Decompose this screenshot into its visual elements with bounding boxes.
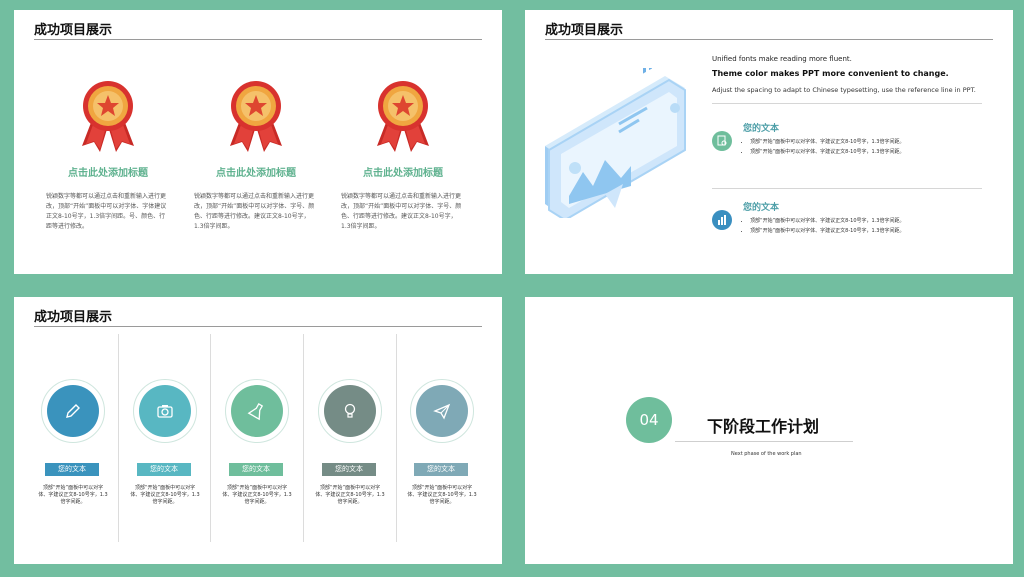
medal-icon xyxy=(377,81,429,152)
item-heading: 您的文本 xyxy=(743,203,780,213)
section-divider xyxy=(712,188,982,189)
text-item-2: 您的文本 顶部“开始”面板中可以对字体、字建议正文8-10号字，1.3倍字间距。… xyxy=(712,200,992,260)
section-title: 下阶段工作计划 xyxy=(707,417,820,436)
feature-label: 您的文本 xyxy=(45,463,99,476)
title-divider xyxy=(34,326,482,327)
text-item-1: 您的文本 顶部“开始”面板中可以对字体、字建议正文8-10号字，1.3倍字间距。… xyxy=(712,121,992,181)
icon-ring xyxy=(318,379,382,443)
slide-3[interactable]: 成功项目展示 您的文本 顶部“开始”面板中可以对字体、字建议正文8-10号字，1… xyxy=(14,297,502,564)
title-underline xyxy=(675,441,853,442)
column-divider xyxy=(303,334,304,542)
dashboard-illustration-icon xyxy=(545,68,686,218)
column-heading[interactable]: 点击此处添加标题 xyxy=(46,164,170,179)
icon-ring xyxy=(133,379,197,443)
list-item: 顶部“开始”面板中可以对字体、字建议正文8-10号字，1.3倍字间距。 xyxy=(750,137,904,147)
lightbulb-icon xyxy=(324,385,376,437)
feature-body: 顶部“开始”面板中可以对字体、字建议正文8-10号字，1.3倍字间距。 xyxy=(222,485,292,505)
pencil-icon xyxy=(47,385,99,437)
slide-1[interactable]: 成功项目展示 点击此处添加标题 锐颖数字等都可以通过点击和重新输入进行更改，顶部… xyxy=(14,10,502,274)
icon-ring xyxy=(410,379,474,443)
section-number: 04 xyxy=(626,397,672,443)
feature-body: 顶部“开始”面板中可以对字体、字建议正文8-10号字，1.3倍字间距。 xyxy=(130,485,200,505)
feature-label: 您的文本 xyxy=(322,463,376,476)
intro-line-1: Unified fonts make reading more fluent. xyxy=(712,55,852,63)
paper-plane-icon xyxy=(416,385,468,437)
column-heading[interactable]: 点击此处添加标题 xyxy=(194,164,318,179)
document-search-icon xyxy=(712,131,732,151)
section-divider xyxy=(712,103,982,104)
item-bullets: 顶部“开始”面板中可以对字体、字建议正文8-10号字，1.3倍字间距。 顶部“开… xyxy=(738,137,904,157)
title-divider xyxy=(34,39,482,40)
feature-label: 您的文本 xyxy=(229,463,283,476)
icon-ring xyxy=(225,379,289,443)
list-item: 顶部“开始”面板中可以对字体、字建议正文8-10号字，1.3倍字间距。 xyxy=(750,226,904,236)
slide-2[interactable]: 成功项目展示 Unified fonts make reading more f… xyxy=(525,10,1013,274)
slide-4[interactable]: 04 下阶段工作计划 Next phase of the work plan xyxy=(525,297,1013,564)
feature-body: 顶部“开始”面板中可以对字体、字建议正文8-10号字，1.3倍字间距。 xyxy=(407,485,477,505)
section-subtitle: Next phase of the work plan xyxy=(731,451,802,457)
column-body: 锐颖数字等都可以通过点击和重新输入进行更改，顶部“开始”面板中可以对字体、字号、… xyxy=(341,193,462,230)
list-item: 顶部“开始”面板中可以对字体、字建议正文8-10号字，1.3倍字间距。 xyxy=(750,216,904,226)
feature-body: 顶部“开始”面板中可以对字体、字建议正文8-10号字，1.3倍字间距。 xyxy=(38,485,108,505)
intro-line-2: Theme color makes PPT more convenient to… xyxy=(712,69,949,78)
intro-line-3: Adjust the spacing to adapt to Chinese t… xyxy=(712,86,976,94)
flask-icon xyxy=(231,385,283,437)
icon-ring xyxy=(41,379,105,443)
slide-title: 成功项目展示 xyxy=(34,310,113,325)
item-bullets: 顶部“开始”面板中可以对字体、字建议正文8-10号字，1.3倍字间距。 顶部“开… xyxy=(738,216,904,236)
column-heading[interactable]: 点击此处添加标题 xyxy=(341,164,465,179)
column-body: 锐颖数字等都可以通过点击和重新输入进行更改，顶部“开始”面板中可以对字体、字号、… xyxy=(194,193,315,230)
list-item: 顶部“开始”面板中可以对字体、字建议正文8-10号字，1.3倍字间距。 xyxy=(750,147,904,157)
feature-label: 您的文本 xyxy=(414,463,468,476)
slide-title: 成功项目展示 xyxy=(545,23,624,38)
medal-icon xyxy=(230,81,282,152)
medal-icon xyxy=(82,81,134,152)
bar-chart-icon xyxy=(712,210,732,230)
column-body: 锐颖数字等都可以通过点击和重新输入进行更改，顶部“开始”面板中可以对字体、字体建… xyxy=(46,193,167,230)
item-heading: 您的文本 xyxy=(743,124,780,134)
column-divider xyxy=(118,334,119,542)
slide-title: 成功项目展示 xyxy=(34,23,113,38)
title-divider xyxy=(545,39,993,40)
feature-label: 您的文本 xyxy=(137,463,191,476)
column-divider xyxy=(396,334,397,542)
camera-icon xyxy=(139,385,191,437)
feature-body: 顶部“开始”面板中可以对字体、字建议正文8-10号字，1.3倍字间距。 xyxy=(315,485,385,505)
column-divider xyxy=(210,334,211,542)
